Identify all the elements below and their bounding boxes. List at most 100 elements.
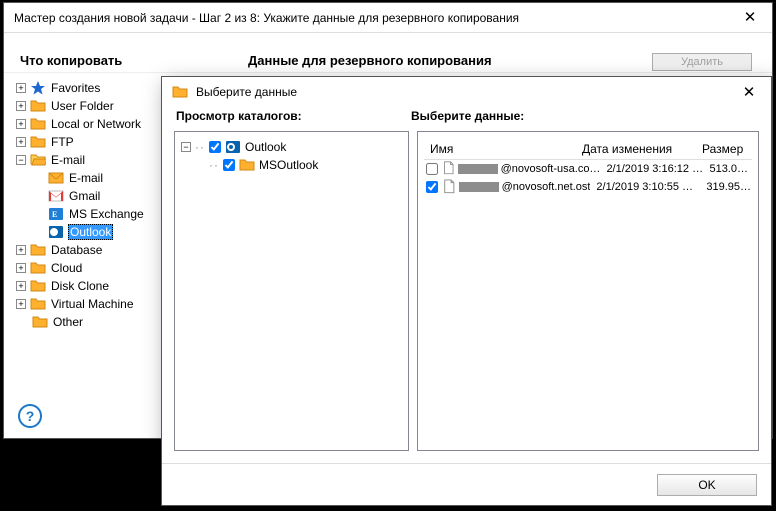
tree-label-selected: Outlook [68,224,113,240]
tree-item-email[interactable]: − E-mail [16,151,166,169]
folder-icon [30,260,46,276]
folder-icon [239,157,255,173]
tree-item-local-network[interactable]: + Local or Network [16,115,166,133]
expand-icon[interactable]: + [16,299,26,309]
file-name: @novosoft.net.ost [502,181,591,193]
exchange-icon: E [48,206,64,222]
dialog-footer: OK [162,463,771,505]
svg-text:E: E [52,210,57,219]
tree-label: Local or Network [50,117,142,131]
catalog-label: Outlook [245,140,286,154]
catalog-label: Просмотр каталогов: [176,109,411,123]
wizard-titlebar: Мастер создания новой задачи - Шаг 2 из … [4,3,772,33]
tree-label: Favorites [50,81,101,95]
file-size: 513.00… [703,163,752,175]
folder-icon [30,134,46,150]
tree-item-ftp[interactable]: + FTP [16,133,166,151]
dialog-titlebar: Выберите данные ✕ [162,77,771,107]
column-name[interactable]: Имя [424,142,576,156]
catalog-label: MSOutlook [259,158,318,172]
expand-icon[interactable]: + [16,137,26,147]
dialog-title: Выберите данные [196,85,297,99]
close-icon[interactable]: ✕ [728,3,772,33]
tree-connector: ·· [209,158,219,172]
tree-item-cloud[interactable]: + Cloud [16,259,166,277]
tree-label: E-mail [50,153,86,167]
expand-icon[interactable]: + [16,263,26,273]
envelope-icon [48,170,64,186]
tree-label: User Folder [50,99,115,113]
files-label: Выберите данные: [411,109,757,123]
column-date[interactable]: Дата изменения [576,142,696,156]
source-tree[interactable]: + Favorites + User Folder + Local or Net… [16,79,166,398]
tree-label: Cloud [50,261,83,275]
main-column-headers: Что копировать Данные для резервного коп… [4,53,772,73]
files-panel[interactable]: Имя Дата изменения Размер @novosoft-usa.… [417,131,759,451]
folder-open-icon [30,152,46,168]
column-size[interactable]: Размер [696,142,752,156]
catalog-tree[interactable]: − ·· Outlook ·· MSOutlook [174,131,409,451]
tree-label: FTP [50,135,75,149]
header-backup-data: Данные для резервного копирования [244,53,652,72]
folder-icon [30,116,46,132]
tree-label: Virtual Machine [50,297,135,311]
expand-icon[interactable]: + [16,245,26,255]
files-header: Имя Дата изменения Размер [424,138,752,160]
folder-icon [30,242,46,258]
tree-connector: ·· [195,140,205,154]
gmail-icon [48,188,64,204]
tree-label: Database [50,243,103,257]
tree-item-virtual-machine[interactable]: + Virtual Machine [16,295,166,313]
catalog-checkbox[interactable] [223,159,235,171]
folder-icon [30,296,46,312]
header-what-to-copy: Что копировать [4,53,244,72]
folder-icon [172,84,188,100]
outlook-icon [48,224,64,240]
redacted-text [458,164,498,174]
tree-label: Other [52,315,84,329]
tree-item-database[interactable]: + Database [16,241,166,259]
tree-label: Disk Clone [50,279,110,293]
expand-icon[interactable]: + [16,281,26,291]
collapse-icon[interactable]: − [181,142,191,152]
file-date: 2/1/2019 3:16:12 … [600,163,703,175]
file-row[interactable]: @novosoft-usa.co… 2/1/2019 3:16:12 … 513… [424,160,752,178]
tree-label: Gmail [68,189,101,203]
tree-item-other[interactable]: Other [16,313,166,331]
tree-item-gmail[interactable]: Gmail [16,187,166,205]
file-size: 319.95… [700,181,752,193]
catalog-item-outlook[interactable]: − ·· Outlook [181,138,402,156]
tree-item-favorites[interactable]: + Favorites [16,79,166,97]
tree-item-disk-clone[interactable]: + Disk Clone [16,277,166,295]
star-icon [30,80,46,96]
expand-icon[interactable]: + [16,83,26,93]
collapse-icon[interactable]: − [16,155,26,165]
outlook-icon [225,139,241,155]
file-icon [442,161,456,177]
select-data-dialog: Выберите данные ✕ Просмотр каталогов: Вы… [161,76,772,506]
tree-item-outlook[interactable]: Outlook [16,223,166,241]
close-icon[interactable]: ✕ [727,77,771,107]
tree-item-ms-exchange[interactable]: E MS Exchange [16,205,166,223]
folder-icon [30,278,46,294]
file-row[interactable]: @novosoft.net.ost 2/1/2019 3:10:55 … 319… [424,178,752,196]
delete-button[interactable]: Удалить [652,53,752,71]
file-name: @novosoft-usa.co… [501,163,601,175]
file-date: 2/1/2019 3:10:55 … [590,181,700,193]
catalog-item-msoutlook[interactable]: ·· MSOutlook [181,156,402,174]
tree-label: E-mail [68,171,104,185]
file-checkbox[interactable] [426,181,438,193]
redacted-text [459,182,499,192]
wizard-title: Мастер создания новой задачи - Шаг 2 из … [14,11,519,25]
tree-item-email-sub[interactable]: E-mail [16,169,166,187]
help-icon[interactable]: ? [18,404,42,428]
expand-icon[interactable]: + [16,119,26,129]
expand-icon[interactable]: + [16,101,26,111]
ok-button[interactable]: OK [657,474,757,496]
file-icon [442,179,457,195]
tree-label: MS Exchange [68,207,145,221]
tree-item-user-folder[interactable]: + User Folder [16,97,166,115]
file-checkbox[interactable] [426,163,438,175]
folder-icon [30,98,46,114]
catalog-checkbox[interactable] [209,141,221,153]
